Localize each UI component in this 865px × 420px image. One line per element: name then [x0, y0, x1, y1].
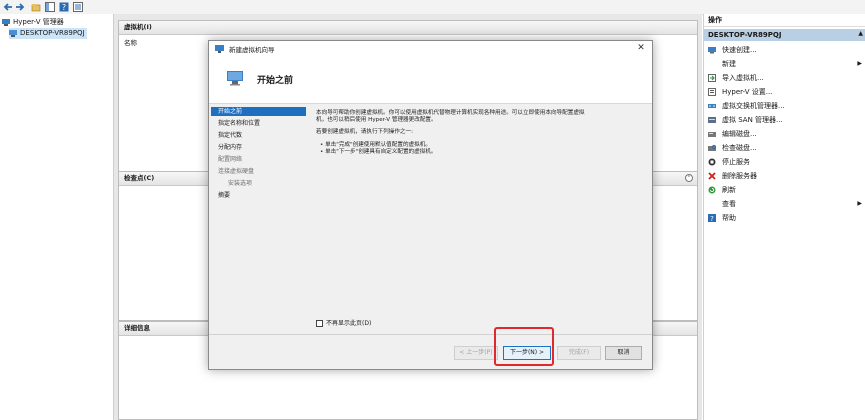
- step-generation[interactable]: 指定代数: [211, 131, 306, 140]
- tree-item-label: DESKTOP-VR89PQJ: [20, 29, 85, 37]
- up-folder-icon[interactable]: [31, 2, 41, 12]
- action-import-vm[interactable]: 导入虚拟机...: [708, 72, 862, 84]
- action-help[interactable]: ? 帮助: [708, 212, 862, 224]
- svg-text:?: ?: [710, 215, 714, 222]
- hyperv-manager-icon: [2, 18, 10, 26]
- column-header-name[interactable]: 名称: [124, 37, 137, 47]
- step-summary[interactable]: 摘要: [211, 191, 306, 200]
- collapse-icon[interactable]: ⌃: [685, 174, 693, 182]
- edit-disk-icon: [708, 130, 716, 138]
- wizard-heading: 开始之前: [257, 76, 294, 86]
- inspect-disk-icon: [708, 144, 717, 152]
- action-inspect-disk[interactable]: 检查磁盘...: [708, 142, 862, 154]
- bullet-next: • 单击"下一步"创建具有自定义配置的虚拟机。: [320, 149, 437, 155]
- tree-item-label: Hyper-V 管理器: [13, 18, 64, 26]
- step-memory[interactable]: 分配内存: [211, 143, 306, 152]
- actions-group-header[interactable]: DESKTOP-VR89PQJ: [704, 29, 865, 41]
- tree-item-hyperv-manager[interactable]: Hyper-V 管理器: [2, 17, 64, 28]
- virtual-san-icon: [708, 116, 716, 124]
- wizard-banner: 开始之前: [209, 57, 652, 104]
- properties-icon[interactable]: [73, 2, 83, 12]
- submenu-arrow-icon: ▶: [857, 60, 862, 67]
- action-quick-create[interactable]: 快速创建...: [708, 44, 862, 56]
- checkbox-box[interactable]: [316, 320, 323, 327]
- remove-server-icon: [708, 172, 716, 180]
- action-view[interactable]: 查看 ▶: [708, 198, 862, 210]
- navigation-tree: Hyper-V 管理器 DESKTOP-VR89PQJ: [0, 14, 114, 420]
- checkbox-label: 不再显示此页(D): [326, 320, 372, 327]
- intro-line-1: 本向导可帮助你创建虚拟机。你可以使用虚拟机代替物理计算机实现各种用途。可以立即使…: [316, 110, 585, 116]
- forward-arrow-icon[interactable]: [15, 2, 25, 12]
- actions-pane: 操作 DESKTOP-VR89PQJ ▲ 快速创建... 新建 ▶ 导入虚拟机.…: [703, 14, 865, 420]
- dont-show-again-checkbox[interactable]: 不再显示此页(D): [316, 319, 371, 328]
- step-install-options[interactable]: 安装选项: [211, 179, 306, 188]
- step-networking[interactable]: 配置网络: [211, 155, 306, 164]
- toolbar: ?: [0, 0, 865, 15]
- dialog-titlebar[interactable]: 新建虚拟机向导 ✕: [209, 41, 652, 57]
- action-hyperv-settings[interactable]: Hyper-V 设置...: [708, 86, 862, 98]
- close-icon[interactable]: ✕: [636, 43, 646, 53]
- dialog-separator: [209, 334, 652, 335]
- wizard-app-icon: [215, 45, 224, 55]
- collapse-up-icon[interactable]: ▲: [858, 30, 863, 37]
- wizard-steps: 开始之前 指定名称和位置 指定代数 分配内存 配置网络 连接虚拟硬盘 安装选项 …: [209, 104, 309, 324]
- action-stop-service[interactable]: 停止服务: [708, 156, 862, 168]
- actions-title: 操作: [704, 14, 865, 27]
- submenu-arrow-icon: ▶: [857, 200, 862, 207]
- virtual-switch-icon: [708, 102, 716, 110]
- previous-button[interactable]: < 上一步(P): [454, 346, 498, 360]
- action-edit-disk[interactable]: 编辑磁盘...: [708, 128, 862, 140]
- svg-text:?: ?: [62, 3, 66, 12]
- new-vm-icon: [227, 71, 243, 88]
- action-remove-server[interactable]: 删除服务器: [708, 170, 862, 182]
- instruction-text: 若要创建虚拟机，请执行下列操作之一:: [316, 129, 413, 135]
- tree-item-server[interactable]: DESKTOP-VR89PQJ: [9, 28, 87, 39]
- back-arrow-icon[interactable]: [3, 2, 13, 12]
- step-before-you-begin[interactable]: 开始之前: [211, 107, 306, 116]
- action-refresh[interactable]: 刷新: [708, 184, 862, 196]
- highlight-annotation: [494, 327, 554, 366]
- action-new[interactable]: 新建 ▶: [708, 58, 862, 70]
- help-icon[interactable]: ?: [59, 2, 69, 12]
- finish-button[interactable]: 完成(F): [557, 346, 601, 360]
- stop-service-icon: [708, 158, 716, 166]
- new-vm-wizard-dialog: 新建虚拟机向导 ✕ 开始之前 开始之前 指定名称和位置 指定代数 分配内存 配置…: [208, 40, 653, 370]
- panel-title: 虚拟机(I): [119, 21, 697, 35]
- step-virtual-disk[interactable]: 连接虚拟硬盘: [211, 167, 306, 176]
- wizard-content: 本向导可帮助你创建虚拟机。你可以使用虚拟机代替物理计算机实现各种用途。可以立即使…: [314, 104, 649, 329]
- show-hide-tree-icon[interactable]: [45, 2, 55, 12]
- dialog-title: 新建虚拟机向导: [229, 46, 275, 54]
- intro-line-2: 机，也可以稍后使用 Hyper-V 管理器更改配置。: [316, 117, 437, 123]
- server-icon: [9, 29, 17, 37]
- action-virtual-switch-manager[interactable]: 虚拟交换机管理器...: [708, 100, 862, 112]
- import-vm-icon: [708, 74, 716, 82]
- cancel-button[interactable]: 取消: [605, 346, 642, 360]
- refresh-icon: [708, 186, 716, 194]
- help-icon: ?: [708, 214, 716, 223]
- action-virtual-san-manager[interactable]: 虚拟 SAN 管理器...: [708, 114, 862, 126]
- bullet-finish: • 单击"完成"创建使用默认值配置的虚拟机。: [320, 142, 431, 148]
- step-name-location[interactable]: 指定名称和位置: [211, 119, 306, 128]
- quick-create-icon: [708, 46, 716, 54]
- hyperv-settings-icon: [708, 88, 716, 96]
